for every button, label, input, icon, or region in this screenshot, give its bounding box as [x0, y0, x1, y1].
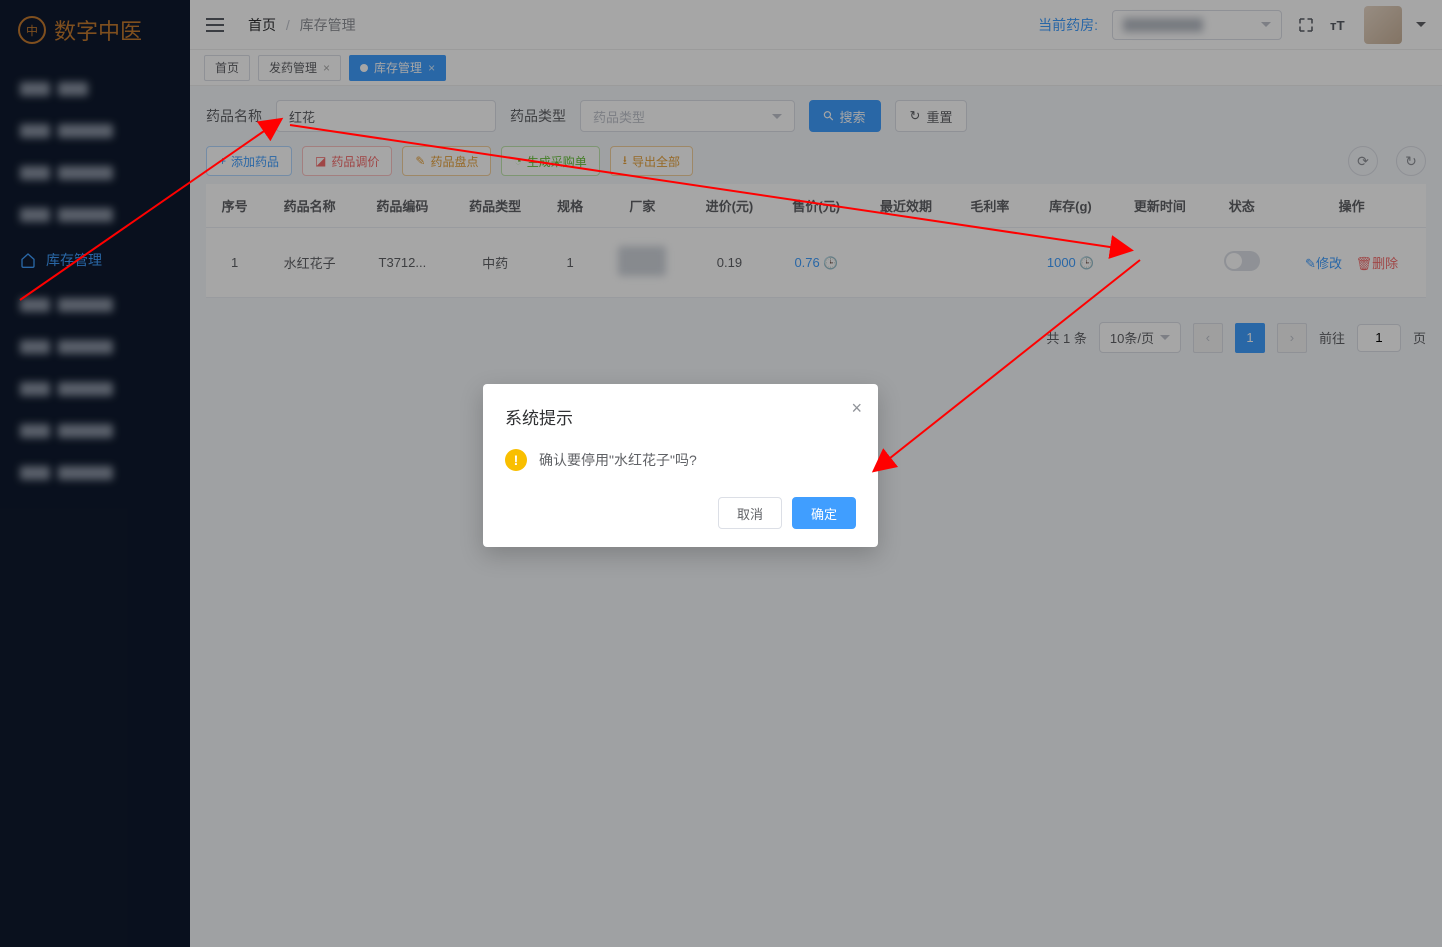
dialog-message: 确认要停用"水红花子"吗?	[539, 450, 697, 470]
dialog-body: ! 确认要停用"水红花子"吗?	[505, 449, 856, 471]
confirm-dialog: 系统提示 × ! 确认要停用"水红花子"吗? 取消 确定	[483, 384, 878, 547]
close-icon[interactable]: ×	[851, 398, 862, 419]
dialog-footer: 取消 确定	[505, 497, 856, 529]
confirm-button[interactable]: 确定	[792, 497, 856, 529]
dialog-title: 系统提示	[505, 404, 856, 429]
warning-icon: !	[505, 449, 527, 471]
cancel-button[interactable]: 取消	[718, 497, 782, 529]
